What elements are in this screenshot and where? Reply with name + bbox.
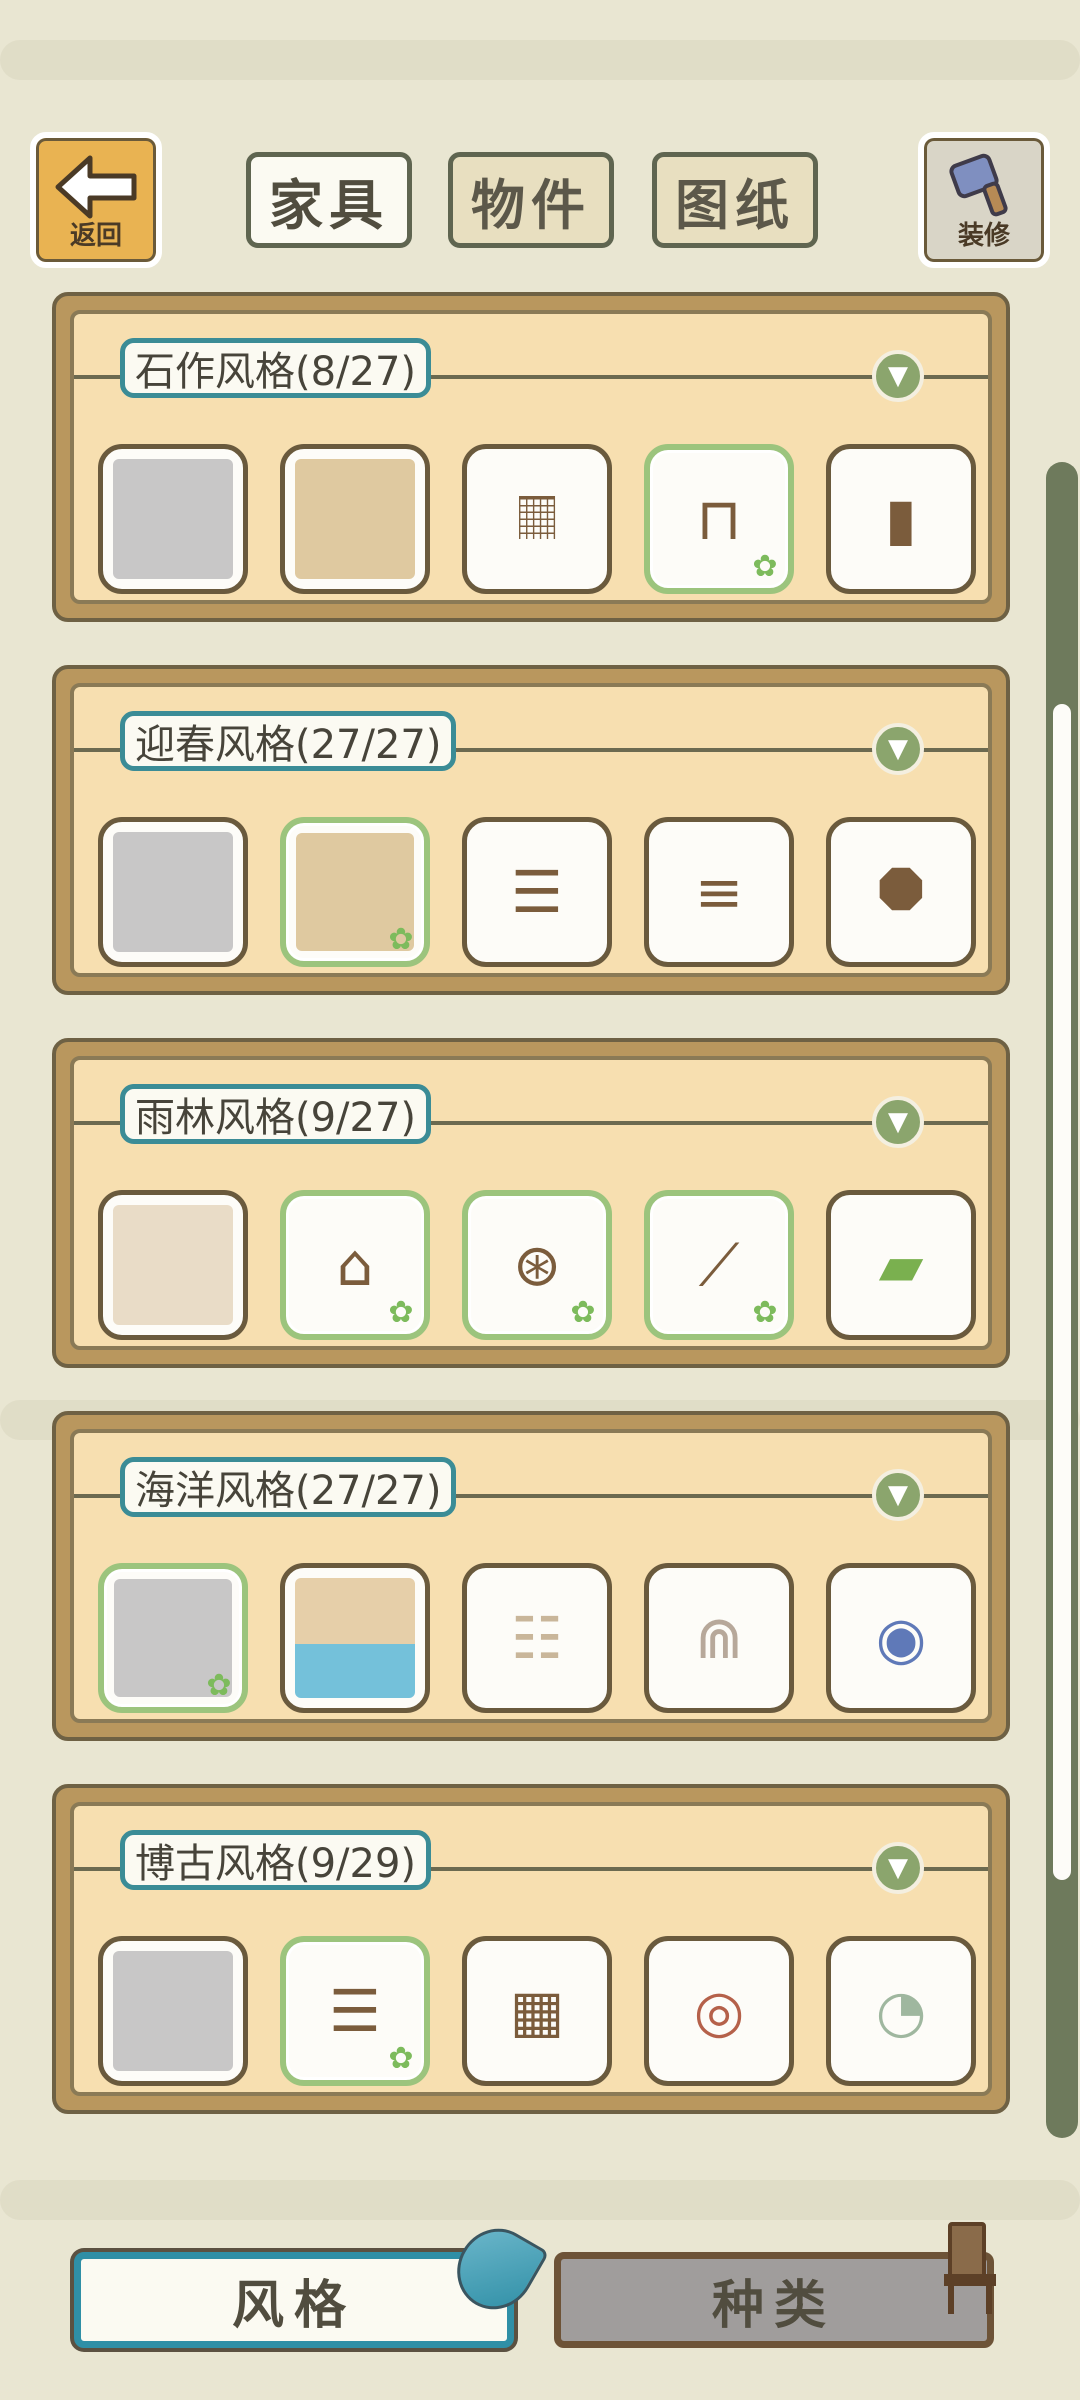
style-title: 博古风格(9/29) (120, 1830, 432, 1890)
item-wall[interactable] (98, 444, 248, 594)
item-coral[interactable]: ⋒ (644, 1563, 794, 1713)
tab-blueprints[interactable]: 图纸 (652, 152, 818, 248)
item-bed[interactable]: ▰ (826, 1190, 976, 1340)
style-panel-antique: 博古风格(9/29) ▼ ☰ ✿ ▦ ◎ ◔ (52, 1784, 1010, 2114)
bed-icon: ▰ (878, 1231, 924, 1299)
back-button[interactable]: 返回 (30, 132, 162, 268)
tab-style[interactable]: 风格 (74, 2252, 514, 2348)
tab-furniture[interactable]: 家具 (246, 152, 412, 248)
wall-icon (113, 1205, 233, 1325)
paint-brush-icon (949, 153, 1008, 217)
scroll-icon: ◎ (693, 1977, 745, 2045)
tab-category[interactable]: 种类 (554, 2252, 994, 2348)
item-ladder[interactable]: ☰ (462, 817, 612, 967)
floor-icon (295, 459, 415, 579)
paw-icon: ✿ (388, 922, 414, 957)
item-lattice-door[interactable]: ▦ (462, 1936, 612, 2086)
style-panel-ocean: 海洋风格(27/27) ▼ ✿ ☷ ⋒ ◉ (52, 1411, 1010, 1741)
collapse-arrow-icon[interactable]: ▼ (872, 350, 924, 402)
style-title: 雨林风格(9/27) (120, 1084, 432, 1144)
wall-icon (113, 459, 233, 579)
item-bamboo-log[interactable]: ⟋ ✿ (644, 1190, 794, 1340)
item-log-bench[interactable]: ≡ (644, 817, 794, 967)
item-pool-floor[interactable] (280, 1563, 430, 1713)
item-ladder[interactable]: 𝄜 (462, 444, 612, 594)
paw-icon: ✿ (752, 549, 778, 584)
paw-icon: ✿ (388, 1295, 414, 1330)
item-window-frame[interactable]: ⯃ (826, 817, 976, 967)
window-frame-icon: ⯃ (877, 857, 925, 926)
ladder-icon: ☰ (511, 858, 563, 926)
background-stroke (0, 40, 1080, 80)
wall-icon (113, 1951, 233, 2071)
item-jade-coins[interactable]: ◔ (826, 1936, 976, 2086)
log-seat-icon: ▮ (885, 485, 917, 553)
coral-icon: ⋒ (694, 1604, 744, 1672)
log-bench-icon: ≡ (694, 858, 744, 926)
ladder-icon: 𝄜 (517, 484, 557, 553)
item-floor[interactable]: ✿ (280, 817, 430, 967)
collapse-arrow-icon[interactable]: ▼ (872, 1842, 924, 1894)
item-vine-ball[interactable]: ⊛ ✿ (462, 1190, 612, 1340)
porthole-icon: ◉ (875, 1604, 927, 1672)
style-panel-stone: 石作风格(8/27) ▼ 𝄜 ⊓ ✿ ▮ (52, 292, 1010, 622)
item-log-seat[interactable]: ▮ (826, 444, 976, 594)
style-title: 海洋风格(27/27) (120, 1457, 457, 1517)
style-title: 迎春风格(27/27) (120, 711, 457, 771)
background-stroke (0, 2180, 1080, 2220)
item-vine-stool[interactable]: ⌂ ✿ (280, 1190, 430, 1340)
item-wall[interactable]: ✿ (98, 1563, 248, 1713)
collapse-arrow-icon[interactable]: ▼ (872, 723, 924, 775)
style-panel-rainforest: 雨林风格(9/27) ▼ ⌂ ✿ ⊛ ✿ ⟋ ✿ ▰ (52, 1038, 1010, 1368)
lattice-door-icon: ▦ (509, 1977, 565, 2045)
style-panel-spring: 迎春风格(27/27) ▼ ✿ ☰ ≡ ⯃ (52, 665, 1010, 995)
scrollbar[interactable] (1046, 462, 1078, 2138)
item-wall[interactable] (98, 1936, 248, 2086)
paw-icon: ✿ (206, 1668, 232, 1703)
paw-icon: ✿ (388, 2041, 414, 2076)
item-porthole[interactable]: ◉ (826, 1563, 976, 1713)
item-bone-ladder[interactable]: ☷ (462, 1563, 612, 1713)
item-floor[interactable] (280, 444, 430, 594)
style-title: 石作风格(8/27) (120, 338, 432, 398)
jade-coins-icon: ◔ (875, 1977, 927, 2045)
collapse-arrow-icon[interactable]: ▼ (872, 1469, 924, 1521)
item-table[interactable]: ⊓ ✿ (644, 444, 794, 594)
item-wall[interactable] (98, 1190, 248, 1340)
decorate-button[interactable]: 装修 (918, 132, 1050, 268)
scrollbar-thumb[interactable] (1053, 704, 1071, 1880)
decorate-label: 装修 (957, 221, 1010, 251)
wall-icon (113, 832, 233, 952)
paw-icon: ✿ (570, 1295, 596, 1330)
bone-ladder-icon: ☷ (511, 1604, 563, 1672)
collapse-arrow-icon[interactable]: ▼ (872, 1096, 924, 1148)
item-wall[interactable] (98, 817, 248, 967)
item-scroll[interactable]: ◎ (644, 1936, 794, 2086)
back-label: 返回 (69, 221, 122, 251)
back-arrow-icon (55, 155, 137, 219)
chair-icon (944, 2222, 1004, 2318)
item-ladder[interactable]: ☰ ✿ (280, 1936, 430, 2086)
pool-floor-icon (295, 1578, 415, 1698)
tab-objects[interactable]: 物件 (448, 152, 614, 248)
paw-icon: ✿ (752, 1295, 778, 1330)
